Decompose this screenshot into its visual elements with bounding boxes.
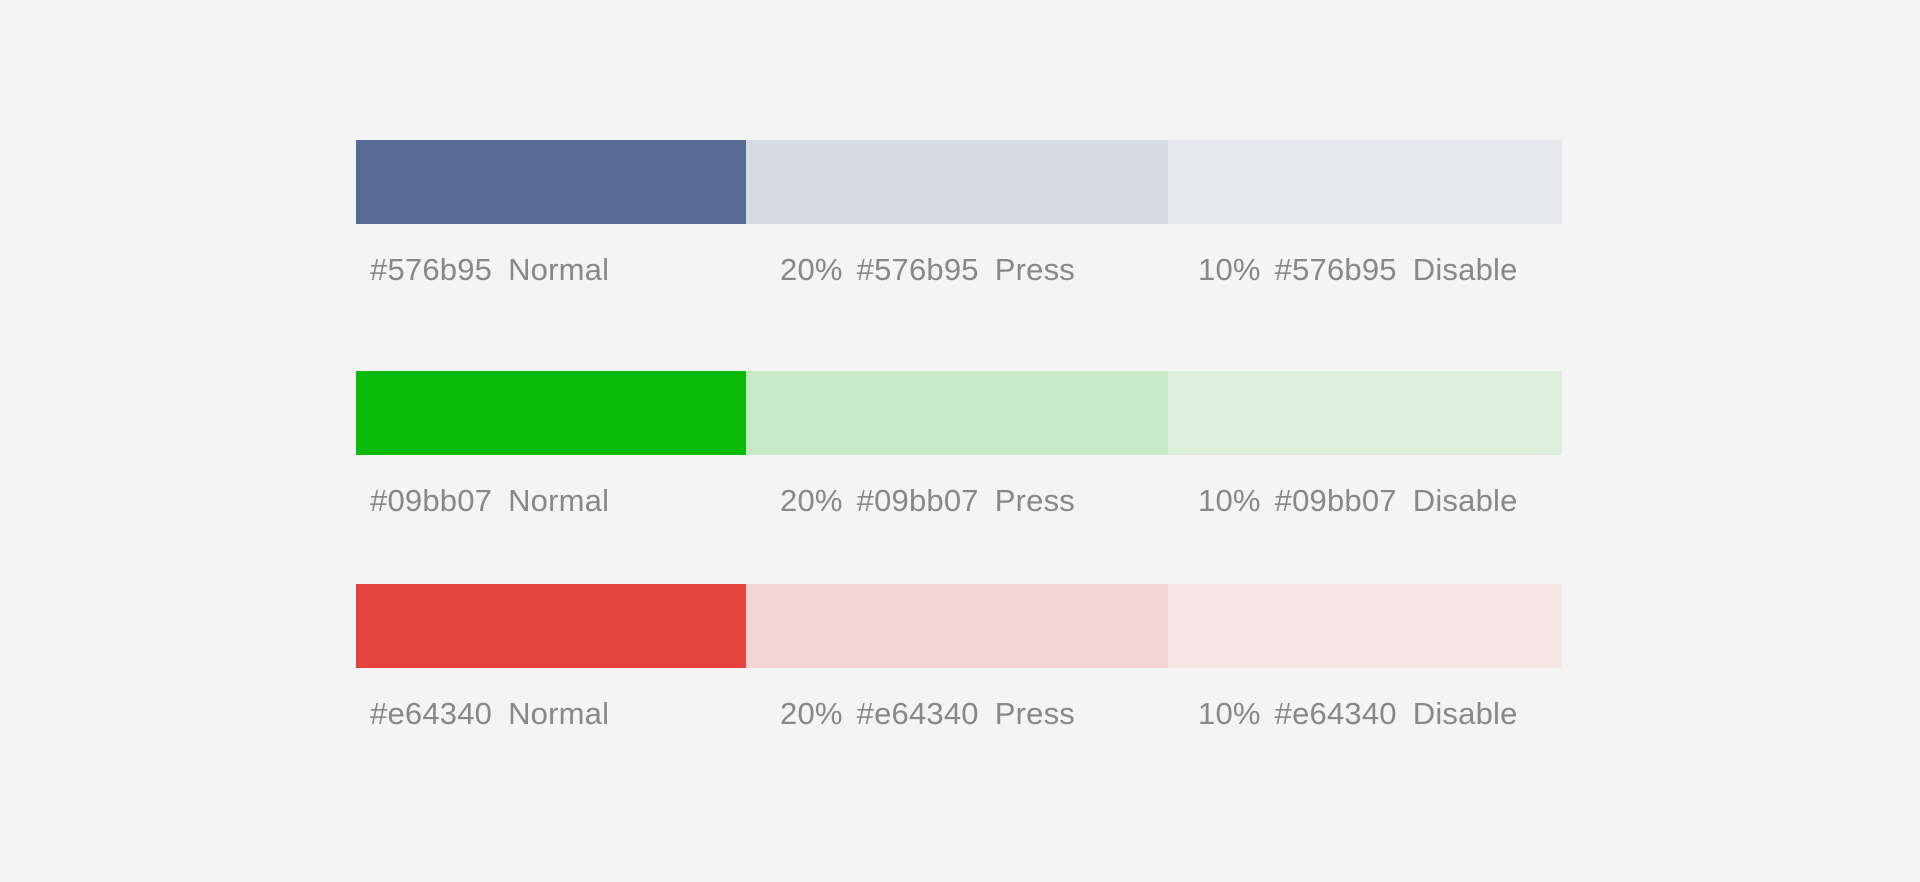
swatch-green-normal[interactable] [356, 371, 746, 455]
caption-blue-disable: 10% #576b95 Disable [1198, 252, 1518, 288]
caption-red-normal-hex: #e64340 [370, 696, 493, 731]
caption-blue-normal: #576b95 Normal [370, 252, 609, 288]
caption-red-press-state: Press [994, 696, 1075, 731]
caption-green-press-opacity: 20% [780, 483, 843, 518]
caption-blue-press-opacity: 20% [780, 252, 843, 287]
caption-blue-disable-hex: #576b95 [1274, 252, 1397, 287]
caption-row-blue: #576b95 Normal 20% #576b95 Press 10% #576b95… [356, 252, 1562, 310]
caption-green-press: 20% #09bb07 Press [780, 483, 1075, 519]
swatch-bar-blue [356, 140, 1562, 224]
caption-green-press-hex: #09bb07 [856, 483, 979, 518]
caption-red-disable: 10% #e64340 Disable [1198, 696, 1518, 732]
caption-blue-normal-state: Normal [508, 252, 610, 287]
swatch-green-disable[interactable] [1168, 371, 1562, 455]
swatch-bar-green [356, 371, 1562, 455]
caption-blue-press-hex: #576b95 [856, 252, 979, 287]
caption-blue-normal-hex: #576b95 [370, 252, 493, 287]
caption-green-press-state: Press [994, 483, 1075, 518]
caption-red-disable-state: Disable [1412, 696, 1518, 731]
swatch-red-disable[interactable] [1168, 584, 1562, 668]
palette-row-red: #e64340 Normal 20% #e64340 Press 10% #e64340… [356, 584, 1562, 754]
caption-blue-disable-state: Disable [1412, 252, 1518, 287]
caption-green-disable-hex: #09bb07 [1274, 483, 1397, 518]
color-palette-sheet: #576b95 Normal 20% #576b95 Press 10% #576b95… [0, 0, 1920, 882]
swatch-green-press[interactable] [746, 371, 1168, 455]
swatch-bar-red [356, 584, 1562, 668]
swatch-blue-normal[interactable] [356, 140, 746, 224]
palette-row-green: #09bb07 Normal 20% #09bb07 Press 10% #09bb07… [356, 371, 1562, 541]
caption-row-red: #e64340 Normal 20% #e64340 Press 10% #e64340… [356, 696, 1562, 754]
caption-red-disable-hex: #e64340 [1274, 696, 1397, 731]
caption-red-press-opacity: 20% [780, 696, 843, 731]
caption-red-press-hex: #e64340 [856, 696, 979, 731]
swatch-blue-disable[interactable] [1168, 140, 1562, 224]
caption-red-press: 20% #e64340 Press [780, 696, 1075, 732]
caption-green-disable: 10% #09bb07 Disable [1198, 483, 1518, 519]
swatch-blue-press[interactable] [746, 140, 1168, 224]
caption-green-disable-opacity: 10% [1198, 483, 1261, 518]
caption-green-disable-state: Disable [1412, 483, 1518, 518]
caption-red-disable-opacity: 10% [1198, 696, 1261, 731]
caption-red-normal: #e64340 Normal [370, 696, 609, 732]
swatch-red-normal[interactable] [356, 584, 746, 668]
caption-blue-disable-opacity: 10% [1198, 252, 1261, 287]
caption-green-normal-hex: #09bb07 [370, 483, 493, 518]
caption-green-normal: #09bb07 Normal [370, 483, 609, 519]
caption-row-green: #09bb07 Normal 20% #09bb07 Press 10% #09bb07… [356, 483, 1562, 541]
caption-blue-press-state: Press [994, 252, 1075, 287]
caption-green-normal-state: Normal [508, 483, 610, 518]
palette-row-blue: #576b95 Normal 20% #576b95 Press 10% #576b95… [356, 140, 1562, 310]
caption-red-normal-state: Normal [508, 696, 610, 731]
caption-blue-press: 20% #576b95 Press [780, 252, 1075, 288]
swatch-red-press[interactable] [746, 584, 1168, 668]
